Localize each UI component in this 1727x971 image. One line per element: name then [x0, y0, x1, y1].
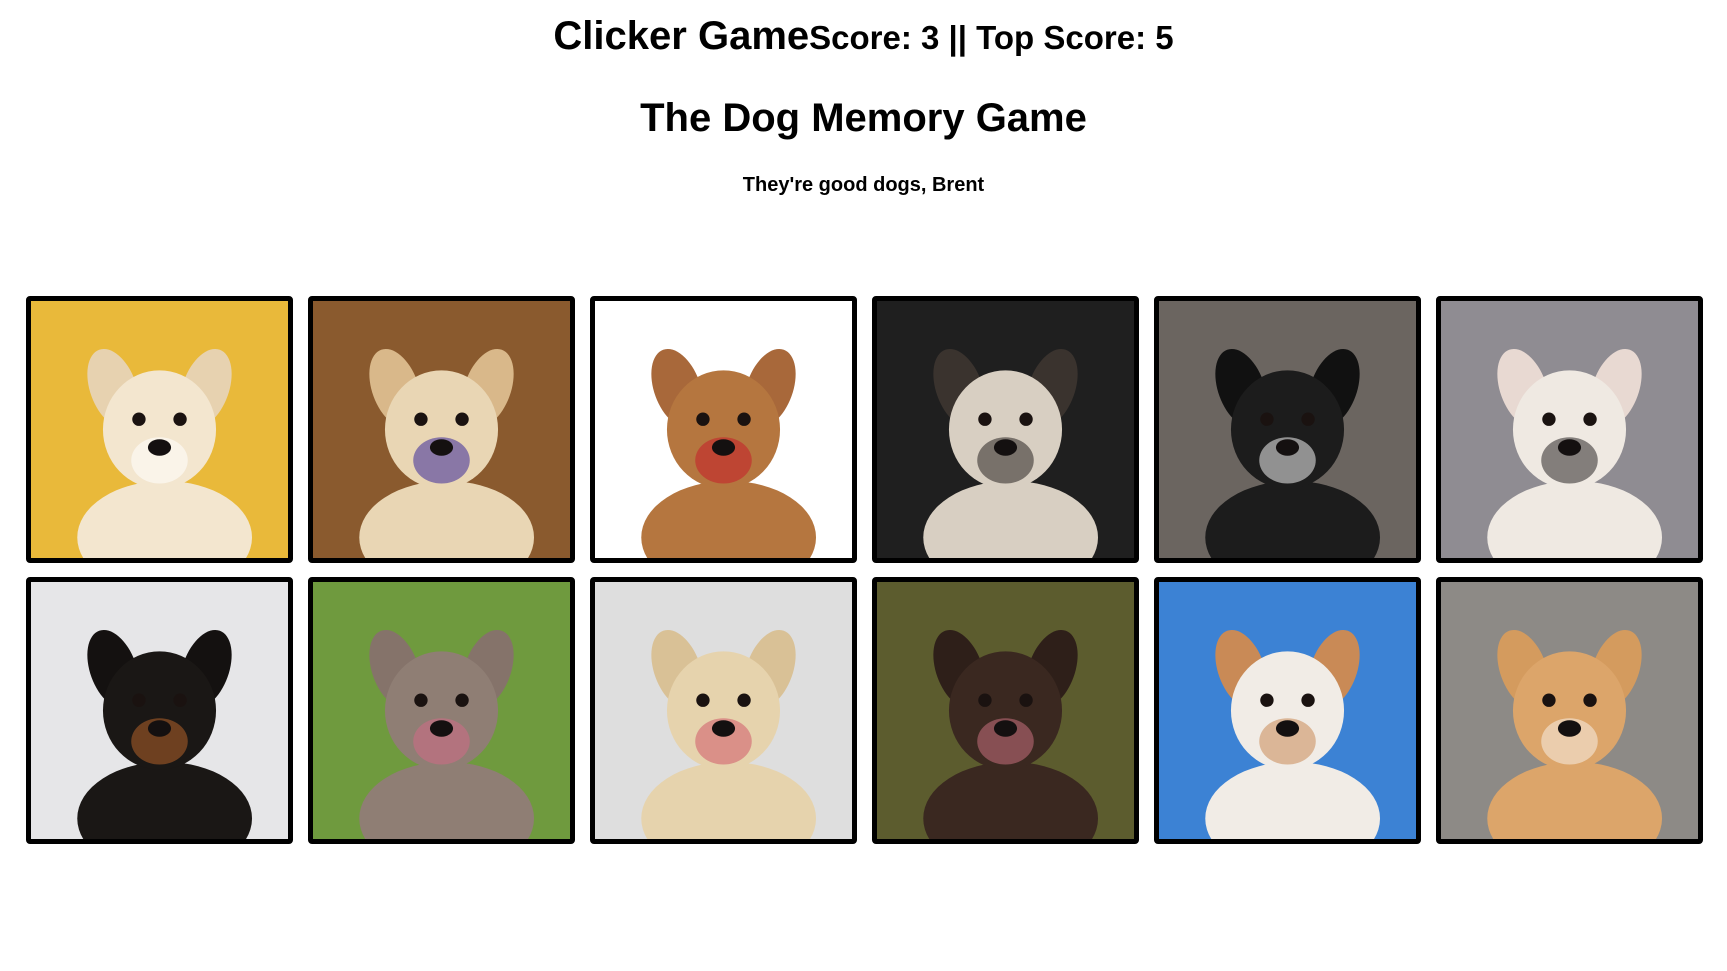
- dog-card[interactable]: [308, 577, 575, 844]
- corgi-beach-image: [1441, 582, 1698, 839]
- dog-card[interactable]: [1154, 577, 1421, 844]
- brown-white-puppy-image: [1159, 582, 1416, 839]
- golden-puppy-stethoscope-image: [31, 301, 288, 558]
- page-subtitle: They're good dogs, Brent: [742, 174, 985, 196]
- dog-card[interactable]: [590, 296, 857, 563]
- page-title: The Dog Memory Game: [640, 96, 1087, 140]
- dog-card[interactable]: [1436, 577, 1703, 844]
- chocolate-lab-image: [877, 582, 1134, 839]
- dog-card[interactable]: [26, 577, 293, 844]
- dog-card-grid: [26, 296, 1703, 844]
- black-white-puppy-image: [1159, 301, 1416, 558]
- dog-card[interactable]: [590, 577, 857, 844]
- brand-title[interactable]: Clicker Game: [553, 14, 809, 58]
- dog-card[interactable]: [1154, 296, 1421, 563]
- grey-pitbull-image: [313, 582, 570, 839]
- french-bulldog-image: [1441, 301, 1698, 558]
- dog-card[interactable]: [872, 577, 1139, 844]
- pitbull-rose-image: [595, 301, 852, 558]
- dog-card[interactable]: [1436, 296, 1703, 563]
- terrier-licking-image: [595, 582, 852, 839]
- dog-card[interactable]: [26, 296, 293, 563]
- dog-card[interactable]: [308, 296, 575, 563]
- navbar: Clicker GameScore: 3 || Top Score: 5: [0, 14, 1727, 59]
- dog-card[interactable]: [872, 296, 1139, 563]
- pug-portrait-image: [877, 301, 1134, 558]
- score-display: Score: 3 || Top Score: 5: [809, 19, 1174, 56]
- rottweiler-image: [31, 582, 288, 839]
- labrador-sunglasses-image: [313, 301, 570, 558]
